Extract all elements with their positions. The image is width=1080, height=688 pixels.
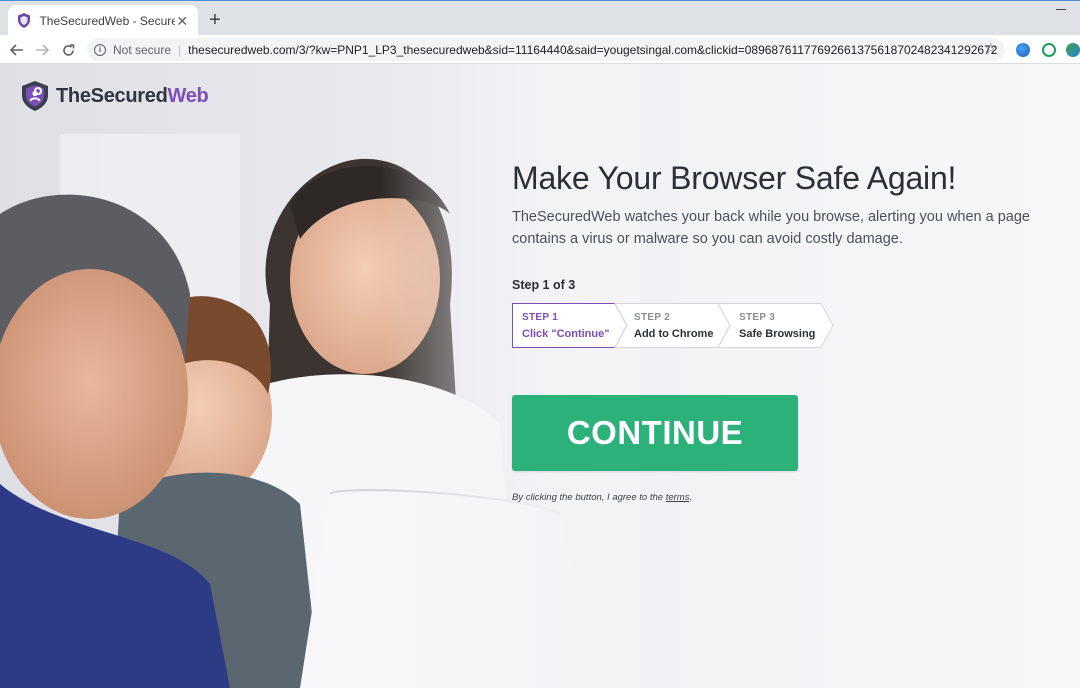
terms-prefix: By clicking the button, I agree to the	[512, 492, 666, 503]
forward-icon[interactable]	[32, 40, 52, 60]
terms-notice: By clicking the button, I agree to the t…	[512, 492, 692, 503]
reload-icon[interactable]	[58, 40, 78, 60]
browser-tab[interactable]: TheSecuredWeb - Secure Your Br ✕	[8, 5, 198, 36]
window-minimize-button[interactable]	[1056, 9, 1066, 10]
page-subheadline: TheSecuredWeb watches your back while yo…	[512, 209, 1030, 247]
continue-button[interactable]: CONTINUE	[512, 395, 798, 471]
step-arrows	[512, 303, 834, 348]
step-1-label: Click "Continue"	[522, 328, 610, 340]
back-icon[interactable]	[7, 40, 27, 60]
step-3-label: Safe Browsing	[739, 328, 816, 340]
step-1-tag: STEP 1	[522, 312, 559, 323]
tab-close-icon[interactable]: ✕	[175, 13, 190, 29]
not-secure-label: Not secure	[113, 42, 172, 57]
address-bar[interactable]: i Not secure | thesecuredweb.com/3/?kw=P…	[87, 38, 1005, 61]
browser-toolbar: i Not secure | thesecuredweb.com/3/?kw=P…	[0, 35, 1080, 64]
step-counter: Step 1 of 3	[512, 278, 576, 292]
extension-icon-2[interactable]	[1042, 43, 1056, 57]
url-separator: |	[178, 42, 182, 57]
page-headline: Make Your Browser Safe Again!	[512, 160, 957, 196]
terms-link[interactable]: terms	[666, 492, 690, 503]
new-tab-button[interactable]: +	[205, 10, 225, 30]
brand-logo[interactable]: TheSecuredWeb	[20, 80, 209, 112]
url-text[interactable]: thesecuredweb.com/3/?kw=PNP1_LP3_thesecu…	[188, 43, 997, 57]
landing-page: TheSecuredWeb Make Your Browser Safe Aga…	[0, 64, 1080, 688]
step-2-label: Add to Chrome	[634, 328, 714, 340]
shield-favicon-icon	[16, 13, 31, 29]
shield-logo-icon	[22, 81, 48, 111]
step-2-tag: STEP 2	[634, 312, 671, 323]
extension-icon-3[interactable]	[1066, 43, 1080, 57]
terms-suffix: .	[689, 492, 693, 503]
bookmark-star-icon[interactable]: ☆	[984, 41, 997, 55]
extension-icon-1[interactable]	[1016, 43, 1030, 57]
photo-fade-overlay	[380, 64, 640, 688]
step-progress: STEP 1 Click "Continue" STEP 2 Add to Ch…	[512, 303, 834, 348]
step-3-tag: STEP 3	[739, 312, 776, 323]
info-icon[interactable]: i	[94, 43, 106, 56]
browser-titlebar: TheSecuredWeb - Secure Your Br ✕ +	[0, 0, 1080, 36]
logo-text: TheSecuredWeb	[56, 84, 209, 107]
tab-title: TheSecuredWeb - Secure Your Br	[39, 13, 175, 28]
